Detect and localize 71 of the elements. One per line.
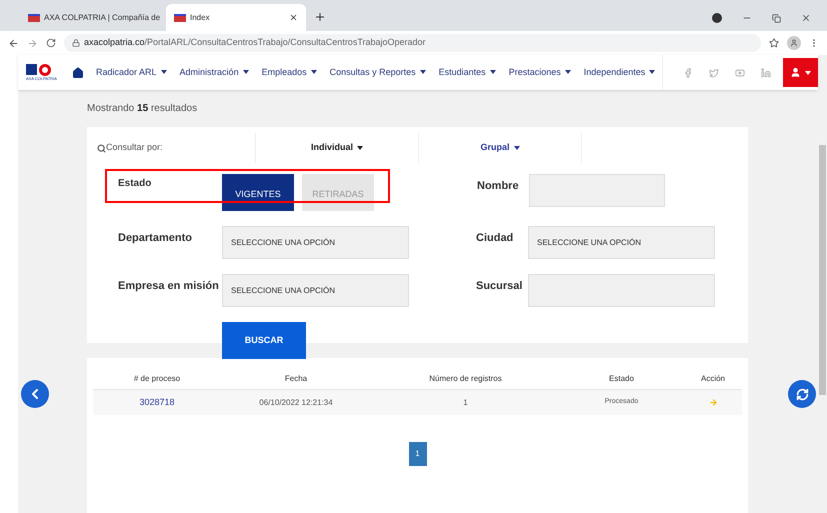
address-bar[interactable]: axacolpatria.co/PortalARL/ConsultaCentrosTrabajo/ConsultaCentrosTrabajoOperador bbox=[64, 34, 761, 52]
select-value: SELECCIONE UNA OPCIÓN bbox=[537, 236, 642, 248]
scrollbar[interactable] bbox=[818, 55, 827, 513]
table-cell-text: 1 bbox=[462, 396, 469, 408]
reload-icon[interactable] bbox=[46, 38, 56, 48]
input-field[interactable] bbox=[528, 274, 715, 307]
select-field[interactable]: SELECCIONE UNA OPCIÓN bbox=[528, 226, 715, 259]
column-header: Fecha bbox=[284, 372, 308, 384]
nav-menu-item[interactable]: Administración bbox=[180, 66, 249, 80]
nav-menu-item[interactable]: Estudiantes bbox=[438, 66, 496, 80]
user-menu-button[interactable] bbox=[783, 58, 818, 87]
restore-icon[interactable] bbox=[772, 14, 781, 22]
user-icon bbox=[790, 67, 801, 78]
nav-menu-item[interactable]: Radicador ARL bbox=[96, 66, 167, 80]
flag-icon bbox=[174, 14, 186, 22]
field-label: Sucursal bbox=[476, 279, 524, 294]
nav-menu-item[interactable]: Prestaciones bbox=[508, 66, 571, 80]
browser-tab[interactable]: Index bbox=[166, 4, 306, 31]
refresh-button[interactable] bbox=[788, 380, 816, 408]
profile-icon[interactable] bbox=[787, 36, 801, 50]
caret-icon bbox=[420, 70, 426, 74]
close-icon[interactable] bbox=[289, 13, 298, 22]
url-text: axacolpatria.co/PortalARL/ConsultaCentrosTrabajo/ConsultaCentrosTrabajoOperador bbox=[84, 36, 426, 50]
select-value: SELECCIONE UNA OPCIÓN bbox=[231, 236, 336, 248]
select-value: SELECCIONE UNA OPCIÓN bbox=[231, 284, 336, 296]
caret-icon bbox=[160, 70, 167, 74]
caret-icon bbox=[649, 70, 656, 74]
field-label: Ciudad bbox=[476, 231, 514, 246]
results-summary: Mostrando 15 resultados bbox=[87, 102, 198, 116]
new-tab-icon[interactable] bbox=[314, 11, 326, 23]
caret-icon bbox=[357, 146, 363, 150]
page-button[interactable]: 1 bbox=[408, 442, 426, 466]
refresh-icon bbox=[796, 388, 808, 400]
field-label: Empresa en misión bbox=[118, 279, 220, 294]
field-label: Departamento bbox=[118, 231, 193, 246]
caret-icon bbox=[514, 146, 520, 150]
select-field[interactable]: SELECCIONE UNA OPCIÓN bbox=[222, 274, 409, 307]
tab-title: AXA COLPATRIA | Compañía de bbox=[44, 12, 160, 24]
field-label: Nombre bbox=[477, 179, 520, 194]
caret-icon bbox=[310, 70, 317, 74]
search-icon bbox=[97, 144, 106, 152]
select-field[interactable]: SELECCIONE UNA OPCIÓN bbox=[222, 226, 409, 259]
input-field[interactable] bbox=[529, 174, 665, 207]
mode-tab[interactable]: Individual bbox=[310, 141, 363, 155]
search-button[interactable]: BUSCAR bbox=[222, 322, 306, 359]
column-header: # de proceso bbox=[132, 372, 182, 384]
estado-toggle[interactable]: VIGENTES bbox=[222, 174, 294, 211]
extension-icon[interactable] bbox=[712, 13, 722, 23]
caret-icon bbox=[242, 70, 249, 74]
tab-title: Index bbox=[190, 12, 211, 24]
field-label: Estado bbox=[118, 177, 152, 191]
column-header: Estado bbox=[608, 372, 635, 384]
caret-icon bbox=[490, 70, 496, 74]
column-header: Número de registros bbox=[428, 372, 503, 384]
nav-menu-item[interactable]: Empleados bbox=[262, 66, 317, 80]
browser-tab[interactable]: AXA COLPATRIA | Compañía de bbox=[20, 4, 166, 31]
column-header: Acción bbox=[700, 372, 726, 384]
process-link[interactable]: 3028718 bbox=[93, 396, 221, 410]
caret-icon bbox=[564, 70, 571, 74]
nav-menu-item[interactable]: Independientes bbox=[584, 66, 656, 80]
consult-label: Consultar por: bbox=[106, 141, 163, 154]
back-icon[interactable] bbox=[8, 38, 19, 48]
back-button[interactable] bbox=[21, 380, 49, 408]
home-icon[interactable] bbox=[72, 66, 84, 78]
table-cell-text: 06/10/2022 12:21:34 bbox=[258, 396, 334, 408]
star-icon[interactable] bbox=[769, 38, 779, 48]
nav-menu-item[interactable]: Consultas y Reportes bbox=[330, 66, 426, 80]
lock-icon bbox=[72, 39, 80, 47]
close-icon[interactable] bbox=[801, 13, 811, 23]
flag-icon bbox=[28, 14, 40, 22]
mode-tab[interactable]: Grupal bbox=[480, 141, 520, 155]
